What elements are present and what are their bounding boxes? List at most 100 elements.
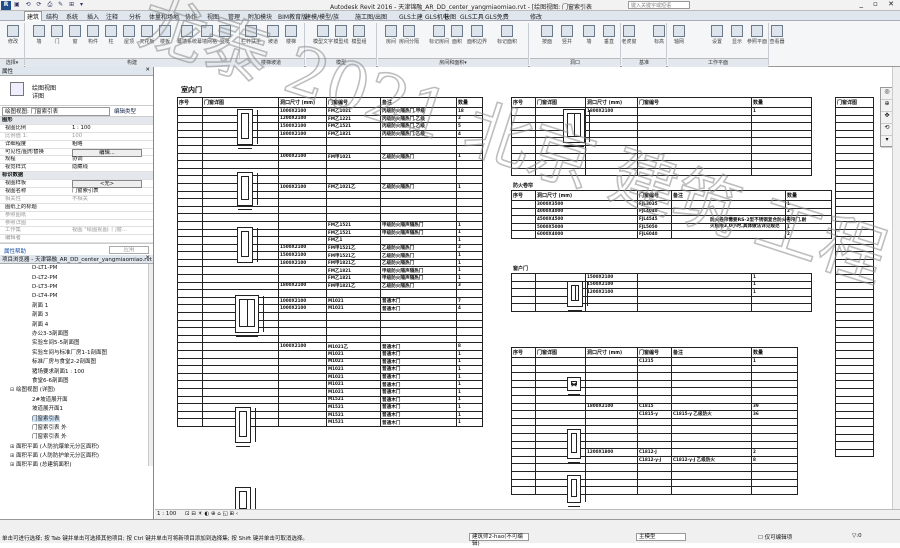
table-cell[interactable] [380,289,457,298]
table-cell[interactable] [202,372,279,382]
table-cell[interactable] [456,190,483,200]
table-cell[interactable] [511,215,536,224]
table-cell[interactable]: 1500X2100 [278,122,327,131]
table-cell[interactable]: 1200X2100 [585,288,638,297]
table-cell[interactable] [585,470,638,480]
table-cell[interactable] [835,350,874,359]
view-scale[interactable]: 1 : 100 [157,511,176,517]
table-cell[interactable] [835,403,874,412]
table-cell[interactable] [585,152,638,162]
ribbon-button-9[interactable]: 幕墙系统 [176,24,198,56]
table-cell[interactable] [511,379,536,389]
table-cell[interactable] [835,433,874,443]
table-cell[interactable] [835,448,874,458]
tab-18[interactable]: GLS免费 [485,12,509,21]
table-cell[interactable] [511,455,536,465]
table-cell[interactable] [585,478,638,488]
table-cell[interactable] [202,205,279,215]
table-cell[interactable] [835,137,874,146]
table-cell[interactable] [585,137,638,146]
table-cell[interactable] [751,372,798,381]
table-cell[interactable] [751,425,798,434]
table-cell[interactable] [511,107,536,116]
ribbon-button-34[interactable]: 查看器 [766,24,788,56]
table-cell[interactable] [511,372,536,381]
table-cell[interactable] [751,122,812,131]
table-cell[interactable] [671,463,752,472]
table-cell[interactable] [177,274,203,283]
table-cell[interactable] [671,230,786,239]
table-cell[interactable] [278,167,327,177]
table-cell[interactable] [511,357,536,366]
table-cell[interactable] [835,342,874,351]
table-cell[interactable] [202,152,279,162]
table-cell[interactable] [326,190,381,200]
table-cell[interactable] [278,380,327,389]
table-cell[interactable] [835,251,874,260]
table-cell[interactable] [835,190,874,200]
table-cell[interactable] [278,365,327,374]
table-cell[interactable] [671,448,752,457]
table-cell[interactable] [835,144,874,154]
table-cell[interactable] [637,425,672,434]
table-cell[interactable] [671,486,752,495]
table-cell[interactable]: 普通木门 [380,350,457,359]
table-cell[interactable]: 18 [456,107,483,116]
table-cell[interactable]: 1 [456,410,483,420]
table-cell[interactable]: 普通木门 [380,372,457,382]
ribbon-group-label[interactable]: 基准 [622,58,666,67]
table-cell[interactable] [278,144,327,154]
table-cell[interactable]: 甲级防火隔声隔热门 [380,274,457,283]
table-cell[interactable] [511,129,536,139]
browser-item[interactable]: 坡道展开面1 [0,405,153,414]
table-cell[interactable] [278,137,327,146]
table-cell[interactable]: 1000X2100 [278,182,327,192]
table-cell[interactable] [511,394,536,404]
table-cell[interactable] [751,160,812,169]
browser-item[interactable]: 剖面 3 [0,311,153,320]
table-cell[interactable] [671,394,752,404]
table-cell[interactable] [535,167,586,177]
table-cell[interactable]: 1 [456,403,483,412]
browser-item[interactable]: ⊞ 面积平面 (人防抗爆单元分区面积) [0,443,153,452]
table-cell[interactable]: 2 [456,114,483,124]
table-cell[interactable] [456,312,483,321]
table-cell[interactable] [326,213,381,222]
table-cell[interactable]: 1 [456,182,483,192]
table-cell[interactable]: 1 [456,266,483,276]
table-cell[interactable] [585,463,638,472]
tab-11[interactable]: BIM教育版 [278,12,307,21]
table-cell[interactable] [535,402,586,412]
table-cell[interactable] [671,357,752,366]
table-cell[interactable] [380,213,457,222]
table-cell[interactable] [585,114,638,124]
table-cell[interactable] [671,200,786,209]
table-cell[interactable] [456,319,483,329]
table-cell[interactable] [835,296,874,306]
browser-item[interactable]: D-LT4-PM [0,292,153,301]
table-cell[interactable] [585,167,638,177]
table-cell[interactable] [380,334,457,344]
table-cell[interactable]: M1021 [326,357,381,367]
table-cell[interactable] [637,107,752,116]
tab-19[interactable]: 修改 [530,12,542,21]
table-cell[interactable]: FJL4545 [637,215,672,224]
table-cell[interactable] [637,129,752,139]
table-cell[interactable] [835,425,874,435]
ribbon-group-label[interactable]: 选择▾ [0,58,24,67]
table-cell[interactable] [585,144,638,154]
table-cell[interactable] [535,152,586,162]
table-cell[interactable] [177,296,203,306]
door-elevation-drawing[interactable] [237,227,258,267]
tab-0[interactable]: 建筑 [24,11,43,21]
table-cell[interactable] [511,137,536,146]
table-cell[interactable] [177,198,203,207]
table-cell[interactable]: FM甲1521乙 [326,243,381,253]
table-cell[interactable]: 1 [785,200,832,209]
table-cell[interactable] [326,167,381,177]
table-cell[interactable]: M1521 [326,403,381,412]
table-cell[interactable] [511,486,536,495]
table-cell[interactable] [835,182,874,192]
browser-item[interactable]: 门窗索引表 [0,415,153,424]
table-cell[interactable] [671,402,752,412]
